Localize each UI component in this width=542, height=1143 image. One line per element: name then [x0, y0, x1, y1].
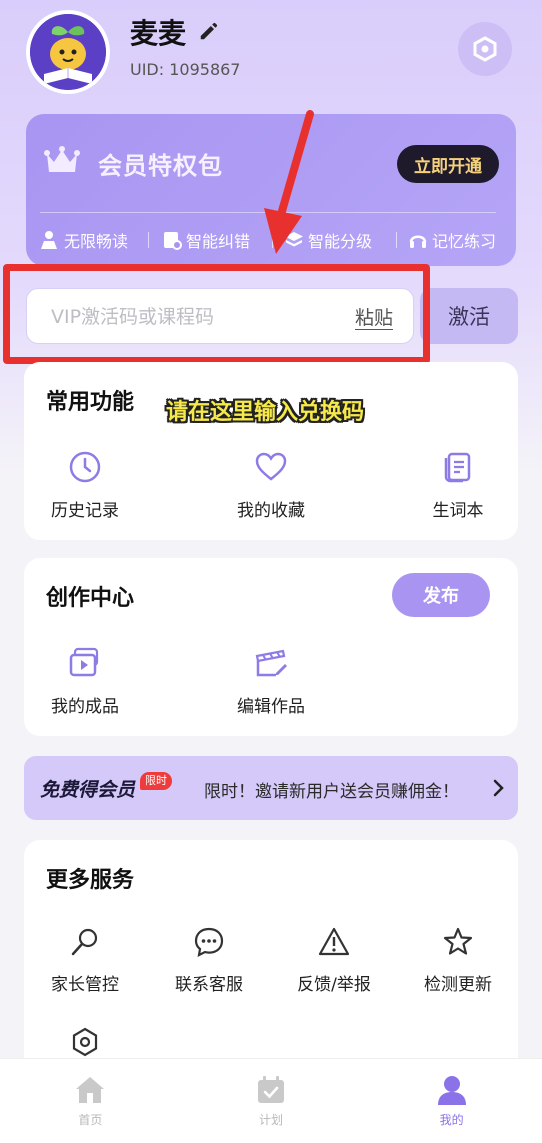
- perk-memory-practice: 记忆练习: [408, 228, 496, 252]
- check-update-item[interactable]: 检测更新: [403, 926, 513, 995]
- parental-control-label: 家长管控: [51, 975, 119, 995]
- perk-separator: [396, 232, 397, 248]
- feedback-report-label: 反馈/举报: [297, 975, 371, 995]
- user-id: UID: 1095867: [130, 60, 241, 79]
- tab-home[interactable]: 首页: [0, 1059, 181, 1143]
- promo-text: 限时！邀请新用户送会员赚佣金！: [204, 782, 459, 802]
- customer-service-item[interactable]: 联系客服: [154, 926, 264, 995]
- feedback-report-item[interactable]: 反馈/举报: [279, 926, 389, 995]
- common-functions-title: 常用功能: [46, 390, 135, 415]
- bottom-tab-bar: 首页 计划 我的: [0, 1058, 542, 1143]
- heart-icon: [255, 452, 287, 481]
- vocabulary-label: 生词本: [432, 501, 484, 521]
- notebook-icon: [444, 452, 471, 483]
- document-check-icon: [164, 232, 182, 250]
- home-icon: [76, 1077, 105, 1103]
- chat-bubble-icon: [194, 927, 224, 957]
- star-icon: [443, 927, 473, 955]
- more-service-extra-item[interactable]: [30, 1026, 140, 1058]
- parental-control-item[interactable]: 家长管控: [30, 926, 140, 995]
- vocabulary-item[interactable]: 生词本: [403, 450, 513, 521]
- my-works-label: 我的成品: [51, 697, 119, 717]
- history-label: 历史记录: [51, 501, 119, 521]
- headphones-icon: [409, 235, 427, 248]
- tab-plan-label: 计划: [259, 1113, 284, 1127]
- customer-service-label: 联系客服: [175, 975, 243, 995]
- video-stack-icon: [69, 647, 99, 677]
- edit-works-item[interactable]: 编辑作品: [216, 646, 326, 717]
- username: 麦麦: [130, 17, 187, 50]
- history-item[interactable]: 历史记录: [30, 450, 140, 521]
- open-vip-button[interactable]: 立即开通: [397, 145, 499, 183]
- more-services-title: 更多服务: [46, 868, 135, 893]
- publish-button[interactable]: 发布: [392, 573, 490, 617]
- vip-title: 会员特权包: [98, 152, 223, 180]
- annotation-arrow-icon: [264, 110, 314, 254]
- tab-mine-label: 我的: [439, 1113, 464, 1127]
- promo-title: 免费得会员: [40, 779, 136, 801]
- tab-plan[interactable]: 计划: [181, 1059, 362, 1143]
- crown-icon: [44, 146, 80, 172]
- promo-badge: 限时: [140, 772, 172, 790]
- annotation-text: 请在这里输入兑换码: [166, 400, 365, 425]
- warning-icon: [318, 927, 350, 956]
- avatar-mascot-icon: [30, 14, 106, 90]
- clapper-edit-icon: [255, 649, 287, 677]
- magnifier-icon: [71, 928, 98, 956]
- favorites-label: 我的收藏: [237, 501, 305, 521]
- people-icon: [41, 231, 57, 249]
- perk-smart-correction: 智能纠错: [162, 228, 250, 252]
- chevron-right-icon: [493, 779, 504, 797]
- hexagon-settings-icon: [473, 36, 497, 62]
- favorites-item[interactable]: 我的收藏: [216, 450, 326, 521]
- edit-works-label: 编辑作品: [237, 697, 305, 717]
- hexagon-icon: [72, 1027, 98, 1057]
- perk-label: 记忆练习: [432, 232, 497, 251]
- pencil-icon[interactable]: [198, 20, 220, 42]
- avatar[interactable]: [26, 10, 110, 94]
- perk-unlimited-reading: 无限畅读: [38, 228, 128, 252]
- tab-home-label: 首页: [78, 1113, 103, 1127]
- annotation-highlight-box: [3, 264, 430, 364]
- settings-button[interactable]: [458, 22, 512, 76]
- tab-mine[interactable]: 我的: [361, 1059, 542, 1143]
- perk-label: 无限畅读: [64, 232, 129, 251]
- perk-label: 智能纠错: [186, 232, 251, 251]
- user-icon: [437, 1076, 466, 1105]
- my-works-item[interactable]: 我的成品: [30, 646, 140, 717]
- check-update-label: 检测更新: [424, 975, 492, 995]
- perk-separator: [148, 232, 149, 248]
- creation-center-title: 创作中心: [46, 586, 135, 611]
- calendar-check-icon: [258, 1076, 284, 1103]
- activate-button[interactable]: 激活: [420, 288, 518, 344]
- clock-icon: [69, 451, 101, 483]
